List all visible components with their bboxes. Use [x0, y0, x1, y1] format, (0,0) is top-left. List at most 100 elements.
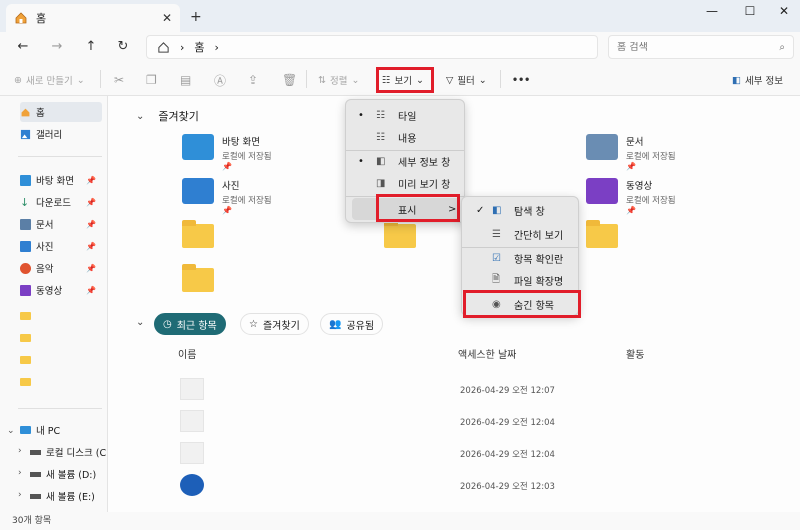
chip-label: 즐겨찾기	[262, 320, 300, 332]
sidebar-folder[interactable]	[20, 306, 102, 326]
menu-item-navigation-pane[interactable]: ✓ ◧ 탐색 창	[468, 199, 574, 221]
new-tab-button[interactable]: +	[190, 9, 202, 25]
chevron-right-icon[interactable]: ›	[18, 446, 22, 456]
rename-icon[interactable]: Ⓐ	[214, 71, 226, 89]
highlight-box-show	[376, 194, 460, 222]
minimize-button[interactable]: —	[702, 4, 722, 18]
back-button[interactable]: ←	[14, 38, 32, 56]
table-row[interactable]: 2026-04-29 오전 12:07	[180, 376, 780, 404]
share-icon[interactable]: ⇪	[248, 71, 258, 89]
paste-icon[interactable]: ▤	[180, 71, 191, 89]
chevron-down-icon[interactable]: ⌄	[136, 317, 144, 328]
sidebar-divider	[18, 156, 102, 157]
menu-item-compact-view[interactable]: ☰ 간단히 보기	[468, 223, 574, 245]
sidebar-item-pictures[interactable]: 사진 📌	[20, 236, 102, 256]
sidebar-item-label: 홈	[36, 108, 45, 119]
tab-home[interactable]: 홈 ✕	[6, 4, 180, 32]
sidebar-item-desktop[interactable]: 바탕 화면 📌	[20, 170, 102, 190]
menu-item-label: 내용	[398, 133, 417, 145]
column-accessed-date[interactable]: 액세스한 날짜	[458, 346, 516, 361]
favorite-desktop[interactable]: 바탕 화면 로컬에 저장됨 📌	[182, 134, 272, 171]
sidebar-folder[interactable]	[20, 350, 102, 370]
details-pane-button[interactable]: ◧ 세부 정보	[732, 71, 783, 89]
chevron-right-icon[interactable]: ›	[18, 468, 22, 478]
forward-button[interactable]: →	[48, 38, 66, 56]
sort-button[interactable]: ⇅ 정렬 ⌄	[318, 71, 359, 89]
table-row[interactable]: 2026-04-29 오전 12:04	[180, 440, 780, 468]
chip-favorites[interactable]: ☆ 즐겨찾기	[240, 313, 309, 335]
computer-icon	[20, 426, 31, 434]
up-button[interactable]: ↑	[82, 38, 100, 56]
close-window-button[interactable]: ✕	[774, 4, 794, 18]
filter-label: 필터	[457, 76, 475, 87]
refresh-button[interactable]: ↻	[114, 38, 132, 56]
search-icon[interactable]: ⌕	[779, 42, 785, 53]
pin-icon: 📌	[86, 285, 96, 295]
filter-icon: ▽	[446, 74, 454, 86]
table-row[interactable]: 2026-04-29 오전 12:04	[180, 408, 780, 436]
favorite-location: 로컬에 저장됨	[222, 152, 272, 162]
pin-icon: 📌	[222, 162, 232, 171]
folder-icon[interactable]	[182, 220, 214, 248]
copy-icon[interactable]: ❐	[146, 71, 157, 89]
sidebar-item-drive-d[interactable]: 새 볼륨 (D:)	[30, 464, 106, 484]
sidebar-item-gallery[interactable]: 갤러리	[20, 124, 102, 144]
menu-item-checkboxes[interactable]: ☑ 항목 확인란	[468, 247, 574, 269]
sidebar-item-documents[interactable]: 문서 📌	[20, 214, 102, 234]
details-pane-icon: ◧	[732, 74, 741, 86]
selected-bullet-icon: •	[358, 155, 364, 167]
accessed-date: 2026-04-29 오전 12:03	[460, 482, 555, 492]
chip-shared[interactable]: 👥 공유됨	[320, 313, 384, 335]
chevron-down-icon: ⌄	[76, 74, 85, 86]
navigation-bar: ← → ↑ ↻ › 홈 › ⌕	[0, 32, 800, 62]
new-button[interactable]: ⊕ 새로 만들기 ⌄	[14, 71, 85, 89]
chip-recent[interactable]: ◷ 최근 항목	[154, 313, 226, 335]
chevron-down-icon[interactable]: ⌄	[7, 426, 15, 436]
sidebar-item-videos[interactable]: 동영상 📌	[20, 280, 102, 300]
menu-item-content[interactable]: ☷ 내용	[352, 126, 460, 148]
column-name[interactable]: 이름	[178, 346, 196, 361]
pin-icon: 📌	[222, 206, 232, 215]
star-icon: ☆	[249, 318, 258, 330]
search-box[interactable]: ⌕	[608, 35, 794, 59]
column-activity[interactable]: 활동	[626, 346, 644, 361]
menu-item-details-pane[interactable]: • ◧ 세부 정보 창	[352, 150, 460, 172]
sidebar-item-drive-c[interactable]: 로컬 디스크 (C	[30, 442, 106, 462]
filter-button[interactable]: ▽ 필터 ⌄	[446, 71, 487, 89]
sidebar-item-this-pc[interactable]: 내 PC	[20, 420, 102, 440]
tab-close-icon[interactable]: ✕	[162, 11, 172, 25]
file-thumbnail	[180, 442, 204, 464]
sidebar-item-home[interactable]: 홈	[20, 102, 102, 122]
menu-item-file-extensions[interactable]: 🗎 파일 확장명	[468, 269, 574, 291]
favorites-header[interactable]: ⌄ 즐겨찾기	[136, 108, 199, 124]
folder-icon[interactable]	[182, 264, 214, 292]
breadcrumb-home[interactable]: 홈	[194, 39, 204, 55]
maximize-button[interactable]: ☐	[740, 4, 760, 18]
more-options-button[interactable]: •••	[512, 71, 530, 89]
sidebar-item-drive-e[interactable]: 새 볼륨 (E:)	[30, 486, 106, 506]
search-input[interactable]	[617, 41, 780, 53]
sidebar-item-downloads[interactable]: ↓ 다운로드 📌	[20, 192, 102, 212]
cut-icon[interactable]: ✂	[114, 71, 124, 89]
folder-icon[interactable]	[384, 220, 416, 248]
menu-item-preview-pane[interactable]: ◨ 미리 보기 창	[352, 172, 460, 194]
folder-icon	[20, 356, 31, 364]
sidebar-item-label: 갤러리	[36, 130, 63, 141]
breadcrumb-separator-icon: ›	[180, 40, 185, 54]
delete-icon[interactable]: 🗑	[282, 71, 297, 89]
favorite-documents[interactable]: 문서 로컬에 저장됨 📌	[586, 134, 676, 171]
sidebar-folder[interactable]	[20, 328, 102, 348]
folder-icon[interactable]	[586, 220, 618, 248]
sidebar-item-music[interactable]: 음악 📌	[20, 258, 102, 278]
favorite-pictures[interactable]: 사진 로컬에 저장됨 📌	[182, 178, 272, 215]
address-bar[interactable]: › 홈 ›	[146, 35, 598, 59]
sidebar-item-label: 동영상	[36, 286, 63, 297]
chevron-right-icon[interactable]: ›	[18, 490, 22, 500]
menu-item-label: 파일 확장명	[514, 276, 564, 288]
checkmark-icon: ✓	[476, 204, 485, 216]
menu-item-tiles[interactable]: • ☷ 타일	[352, 104, 460, 126]
sidebar-folder[interactable]	[20, 372, 102, 392]
favorite-videos[interactable]: 동영상 로컬에 저장됨 📌	[586, 178, 676, 215]
drive-icon	[30, 449, 41, 455]
table-row[interactable]: 2026-04-29 오전 12:03	[180, 472, 780, 500]
